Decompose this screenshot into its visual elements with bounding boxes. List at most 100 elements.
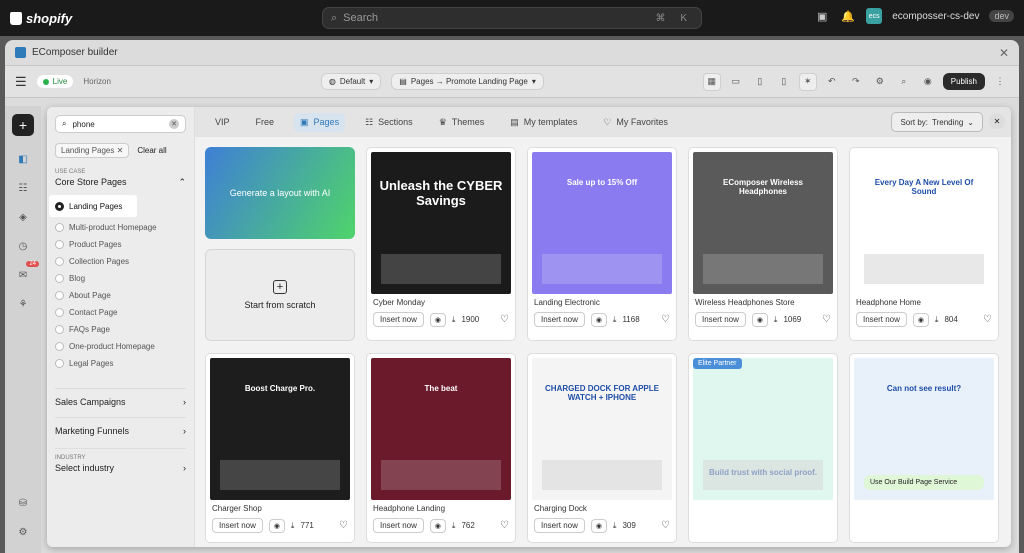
publish-button[interactable]: Publish — [942, 73, 985, 90]
use-case-option[interactable]: Collection Pages — [55, 255, 186, 268]
use-case-option[interactable]: One-product Homepage — [55, 340, 186, 353]
group-sales-campaigns[interactable]: Sales Campaigns › — [55, 388, 186, 407]
history-icon[interactable]: ◷ — [15, 238, 31, 254]
undo-icon[interactable]: ↶ — [823, 73, 841, 91]
preview-eye-icon[interactable]: ◉ — [429, 312, 446, 327]
modal-close-icon[interactable]: ✕ — [989, 113, 1005, 129]
menu-icon[interactable]: ☰ — [15, 74, 27, 90]
template-thumbnail[interactable]: Boost Charge Pro. — [210, 358, 350, 500]
storage-icon[interactable]: ⛁ — [15, 495, 31, 511]
tablet-icon[interactable]: ▯ — [751, 73, 769, 91]
avatar[interactable]: ecs — [866, 8, 883, 24]
use-case-option[interactable]: About Page — [55, 289, 186, 302]
preview-eye-icon[interactable]: ◉ — [751, 312, 768, 327]
insert-now-button[interactable]: Insert now — [534, 518, 585, 533]
preview-eye-icon[interactable]: ◉ — [429, 518, 446, 533]
more-icon[interactable]: ⋮ — [991, 73, 1009, 91]
pages-icon[interactable]: ◧ — [15, 151, 31, 167]
insert-now-button[interactable]: Insert now — [534, 312, 585, 327]
apps-icon[interactable]: ⚘ — [15, 296, 31, 312]
tab-pages[interactable]: ▣ Pages — [294, 112, 346, 132]
page-select[interactable]: ▤ Pages → Promote Landing Page ▾ — [391, 73, 544, 90]
insert-now-button[interactable]: Insert now — [212, 518, 263, 533]
mobile-icon[interactable]: ▯ — [775, 73, 793, 91]
settings-icon[interactable]: ⚙ — [871, 73, 889, 91]
industry-select[interactable]: Select industry › — [55, 463, 186, 473]
heart-icon[interactable]: ♡ — [661, 520, 670, 531]
shopify-logo[interactable]: shopify — [10, 11, 72, 26]
gear-icon[interactable]: ⚙ — [15, 524, 31, 540]
template-card[interactable]: CHARGED DOCK FOR APPLE WATCH + IPHONE Cha… — [527, 353, 677, 543]
use-case-option[interactable]: FAQs Page — [55, 323, 186, 336]
template-thumbnail[interactable]: Build trust with social proof. — [693, 358, 833, 500]
filter-chip[interactable]: Landing Pages ✕ — [55, 143, 130, 158]
tab-sections[interactable]: ☷ Sections — [359, 113, 419, 132]
clear-search-icon[interactable]: ✕ — [169, 119, 179, 129]
messages-icon[interactable]: ✉ 24 — [15, 261, 39, 283]
heart-icon[interactable]: ♡ — [500, 520, 509, 531]
template-thumbnail[interactable]: EComposer Wireless Headphones — [693, 152, 833, 294]
window-close-icon[interactable]: ✕ — [999, 46, 1009, 60]
template-thumbnail[interactable]: Sale up to 15% Off — [532, 152, 672, 294]
template-card[interactable]: Sale up to 15% Off Landing Electronic Inse… — [527, 147, 677, 341]
heart-icon[interactable]: ♡ — [500, 314, 509, 325]
redo-icon[interactable]: ↷ — [847, 73, 865, 91]
layout-icon[interactable]: ▦ — [702, 72, 721, 91]
tab-vip[interactable]: VIP — [209, 113, 236, 131]
add-icon[interactable]: + — [12, 114, 34, 136]
use-case-option[interactable]: Landing Pages — [49, 195, 137, 217]
use-case-option[interactable]: Product Pages — [55, 238, 186, 251]
template-thumbnail[interactable]: CHARGED DOCK FOR APPLE WATCH + IPHONE — [532, 358, 672, 500]
global-search[interactable]: ⌕ Search ⌘ K — [322, 7, 702, 29]
start-scratch-card[interactable]: + Start from scratch — [205, 249, 355, 341]
tab-themes[interactable]: ♛ Themes — [433, 113, 491, 132]
tab-my-templates[interactable]: ▤ My templates — [504, 113, 583, 132]
use-case-option[interactable]: Multi-product Homepage — [55, 221, 186, 234]
use-case-option[interactable]: Blog — [55, 272, 186, 285]
eye-icon[interactable]: ◉ — [919, 73, 937, 91]
template-card[interactable]: EComposer Wireless Headphones Wireless He… — [688, 147, 838, 341]
heart-icon[interactable]: ♡ — [339, 520, 348, 531]
insert-now-button[interactable]: Insert now — [856, 312, 907, 327]
clear-all-link[interactable]: Clear all — [137, 146, 166, 155]
preview-eye-icon[interactable]: ◉ — [590, 518, 607, 533]
use-case-option[interactable]: Legal Pages — [55, 357, 186, 370]
template-card[interactable]: The beat Headphone Landing Insert now ◉ ⤓ 762… — [366, 353, 516, 543]
template-card[interactable]: Unleash the CYBER Savings Cyber Monday Ins… — [366, 147, 516, 341]
sections-icon[interactable]: ☷ — [15, 180, 31, 196]
insert-now-button[interactable]: Insert now — [373, 312, 424, 327]
generate-ai-card[interactable]: Generate a layout with AI — [205, 147, 355, 239]
preview-eye-icon[interactable]: ◉ — [268, 518, 285, 533]
insert-now-button[interactable]: Insert now — [695, 312, 746, 327]
preview-eye-icon[interactable]: ◉ — [912, 312, 929, 327]
template-card[interactable]: Can not see result? Use Our Build Page Se… — [849, 353, 999, 543]
desktop-icon[interactable]: ▭ — [727, 73, 745, 91]
build-service-button[interactable]: Use Our Build Page Service — [864, 475, 984, 490]
heart-icon[interactable]: ♡ — [983, 314, 992, 325]
tab-my-favorites[interactable]: ♡ My Favorites — [597, 113, 674, 132]
heart-icon[interactable]: ♡ — [661, 314, 670, 325]
layers-icon[interactable]: ◈ — [15, 209, 31, 225]
group-marketing-funnels[interactable]: Marketing Funnels › — [55, 417, 186, 436]
store-name[interactable]: ecomposser-cs-dev — [892, 11, 979, 22]
tab-free[interactable]: Free — [250, 113, 281, 131]
sort-select[interactable]: Sort by: Trending ⌄ — [891, 112, 983, 132]
bell-icon[interactable]: 🔔 — [840, 8, 856, 24]
magic-icon[interactable]: ✶ — [798, 72, 817, 91]
use-case-option[interactable]: Contact Page — [55, 306, 186, 319]
heart-icon[interactable]: ♡ — [822, 314, 831, 325]
use-case-group[interactable]: Core Store Pages ⌃ — [55, 177, 186, 188]
language-select[interactable]: ◍ Default ▾ — [320, 73, 382, 90]
preview-search-icon[interactable]: ⌕ — [895, 73, 913, 91]
template-card[interactable]: Boost Charge Pro. Charger Shop Insert now ◉… — [205, 353, 355, 543]
template-thumbnail[interactable]: The beat — [371, 358, 511, 500]
template-search-input[interactable]: ⌕ phone ✕ — [55, 115, 186, 133]
template-card[interactable]: Elite PartnerBuild trust with social pro… — [688, 353, 838, 543]
insert-now-button[interactable]: Insert now — [373, 518, 424, 533]
template-thumbnail[interactable]: Unleash the CYBER Savings — [371, 152, 511, 294]
template-card[interactable]: Every Day A New Level Of Sound Headphone … — [849, 147, 999, 341]
template-thumbnail[interactable]: Can not see result? Use Our Build Page Se… — [854, 358, 994, 500]
preview-eye-icon[interactable]: ◉ — [590, 312, 607, 327]
store-icon[interactable]: ▣ — [814, 8, 830, 24]
template-thumbnail[interactable]: Every Day A New Level Of Sound — [854, 152, 994, 294]
